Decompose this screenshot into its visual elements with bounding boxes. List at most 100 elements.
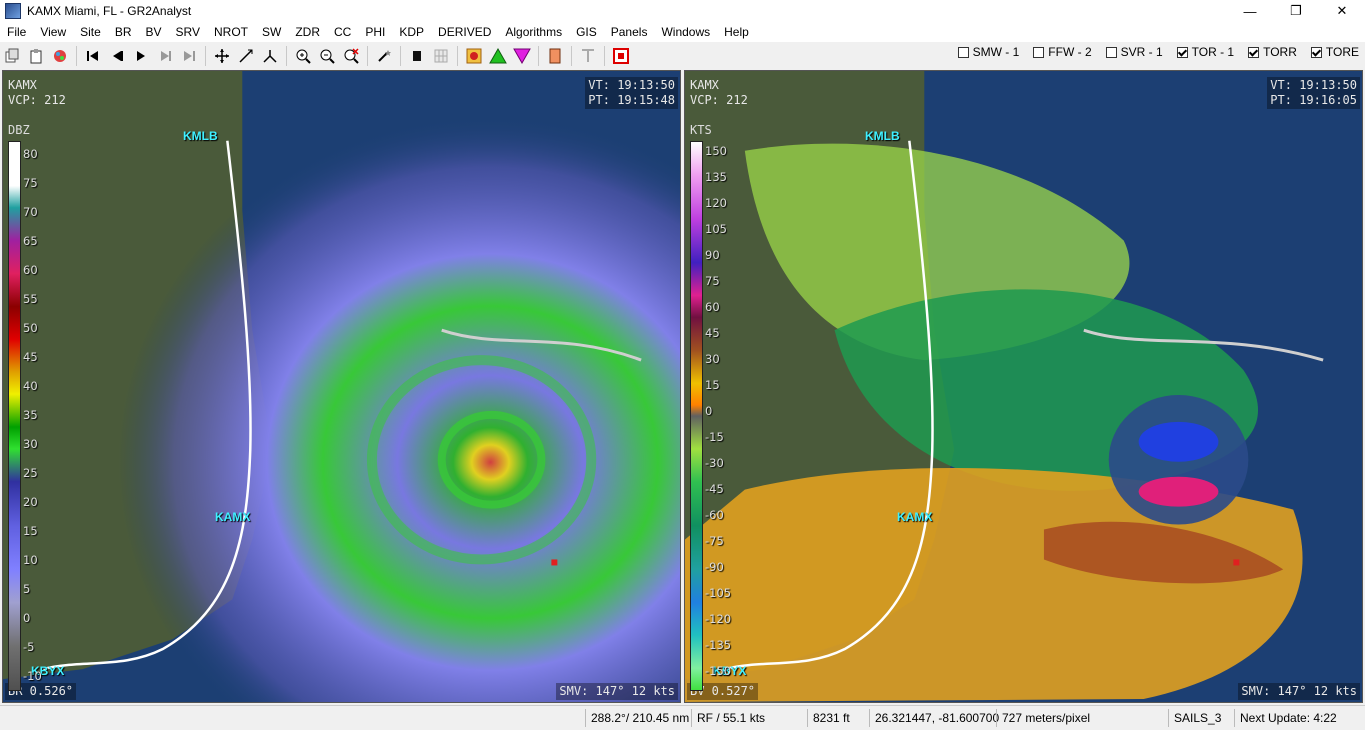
scale-tick: 75: [705, 274, 720, 288]
scale-tick: 105: [705, 222, 727, 236]
velocity-pane[interactable]: KAMX VCP: 212 VT: 19:13:50 PT: 19:16:05 …: [684, 70, 1363, 703]
measure-icon[interactable]: [235, 45, 257, 67]
filter-svr[interactable]: SVR - 1: [1105, 45, 1163, 59]
storm-track-icon[interactable]: [406, 45, 428, 67]
warning-filters: SMW - 1 FFW - 2 SVR - 1 TOR - 1 TORR TOR…: [944, 45, 1359, 59]
filter-smw-label: SMW - 1: [972, 45, 1020, 59]
scale-tick: 65: [23, 234, 38, 248]
checkbox-torr[interactable]: [1248, 46, 1260, 58]
volume-times: VT: 19:13:50 PT: 19:15:48: [585, 77, 678, 109]
grid-icon[interactable]: [430, 45, 452, 67]
site-label-kmlb[interactable]: KMLB: [865, 129, 900, 143]
menu-bv[interactable]: BV: [139, 22, 169, 42]
velocity-map[interactable]: [685, 71, 1362, 702]
site-info: KAMX VCP: 212: [690, 78, 748, 107]
scale-tick: -5: [23, 640, 35, 654]
zoom-reset-icon[interactable]: [340, 45, 362, 67]
menu-view[interactable]: View: [33, 22, 73, 42]
cross-section-icon[interactable]: [259, 45, 281, 67]
filter-torr[interactable]: TORR: [1248, 45, 1297, 59]
skip-last-icon[interactable]: [178, 45, 200, 67]
eyewall-inbound: [1138, 421, 1219, 462]
site-label-kamx[interactable]: KAMX: [215, 510, 250, 524]
reflectivity-pane[interactable]: KAMX VCP: 212 VT: 19:13:50 PT: 19:15:48 …: [2, 70, 681, 703]
menu-panels[interactable]: Panels: [604, 22, 655, 42]
zoom-out-icon[interactable]: [316, 45, 338, 67]
status-latlon: 26.321447, -81.600700: [869, 709, 999, 727]
minimize-button[interactable]: —: [1227, 0, 1273, 22]
toolbar-separator: [571, 46, 572, 66]
hurricane-icon[interactable]: [463, 45, 485, 67]
storm-motion-label: SMV: 147° 12 kts: [556, 683, 678, 700]
storm-marker: [1233, 559, 1240, 566]
menu-br[interactable]: BR: [108, 22, 139, 42]
checkbox-ffw[interactable]: [1033, 46, 1045, 58]
toolbar-separator: [286, 46, 287, 66]
menu-site[interactable]: Site: [73, 22, 108, 42]
filter-ffw[interactable]: FFW - 2: [1033, 45, 1092, 59]
step-forward-icon[interactable]: [154, 45, 176, 67]
toolbar-separator: [76, 46, 77, 66]
menu-windows[interactable]: Windows: [654, 22, 717, 42]
scale-tick: 15: [705, 378, 720, 392]
up-triangle-icon[interactable]: [487, 45, 509, 67]
scale-tick: 10: [23, 553, 38, 567]
reflectivity-echoes: [3, 71, 680, 702]
zoom-in-icon[interactable]: [292, 45, 314, 67]
menu-gis[interactable]: GIS: [569, 22, 604, 42]
palette-icon[interactable]: [49, 45, 71, 67]
wand-icon[interactable]: [373, 45, 395, 67]
close-button[interactable]: ✕: [1319, 0, 1365, 22]
filter-smw[interactable]: SMW - 1: [957, 45, 1020, 59]
menu-algorithms[interactable]: Algorithms: [498, 22, 569, 42]
menu-nrot[interactable]: NROT: [207, 22, 255, 42]
scale-tick: 60: [23, 263, 38, 277]
menu-zdr[interactable]: ZDR: [288, 22, 327, 42]
copy-icon[interactable]: [1, 45, 23, 67]
reflectivity-map[interactable]: [3, 71, 680, 702]
menu-help[interactable]: Help: [717, 22, 756, 42]
site-label-kmlb[interactable]: KMLB: [183, 129, 218, 143]
menu-file[interactable]: File: [0, 22, 33, 42]
scale-tick: 150: [705, 144, 727, 158]
scale-tick: 45: [23, 350, 38, 364]
scale-tick: 120: [705, 196, 727, 210]
scale-tick: 135: [705, 170, 727, 184]
toolbar-separator: [205, 46, 206, 66]
checkbox-tor[interactable]: [1176, 46, 1188, 58]
menu-sw[interactable]: SW: [255, 22, 288, 42]
toolbar: SMW - 1 FFW - 2 SVR - 1 TOR - 1 TORR TOR…: [0, 42, 1365, 70]
checkbox-svr[interactable]: [1105, 46, 1117, 58]
menu-derived[interactable]: DERIVED: [431, 22, 498, 42]
menu-srv[interactable]: SRV: [169, 22, 207, 42]
skip-first-icon[interactable]: [82, 45, 104, 67]
scale-tick: 60: [705, 300, 720, 314]
filter-tor-label: TOR - 1: [1191, 45, 1235, 59]
menu-cc[interactable]: CC: [327, 22, 358, 42]
paste-icon[interactable]: [25, 45, 47, 67]
checkbox-tore[interactable]: [1310, 46, 1322, 58]
scale-tick: 30: [23, 437, 38, 451]
move-icon[interactable]: [211, 45, 233, 67]
text-icon[interactable]: [577, 45, 599, 67]
menu-phi[interactable]: PHI: [358, 22, 392, 42]
color-table-icon[interactable]: [544, 45, 566, 67]
filter-tor[interactable]: TOR - 1: [1176, 45, 1235, 59]
menu-kdp[interactable]: KDP: [392, 22, 431, 42]
status-azimuth-range: 288.2°/ 210.45 nm: [585, 709, 691, 727]
maximize-button[interactable]: ❐: [1273, 0, 1319, 22]
stop-icon[interactable]: [610, 45, 632, 67]
scale-tick: 70: [23, 205, 38, 219]
scale-unit: DBZ: [8, 123, 30, 137]
down-triangle-icon[interactable]: [511, 45, 533, 67]
play-icon[interactable]: [130, 45, 152, 67]
scale-tick: -10: [23, 669, 42, 683]
toolbar-separator: [604, 46, 605, 66]
checkbox-smw[interactable]: [957, 46, 969, 58]
filter-tore[interactable]: TORE: [1310, 45, 1359, 59]
eyewall-outbound: [1138, 476, 1219, 507]
filter-torr-label: TORR: [1263, 45, 1297, 59]
step-back-icon[interactable]: [106, 45, 128, 67]
site-label-kamx[interactable]: KAMX: [897, 510, 932, 524]
status-sails: SAILS_3: [1168, 709, 1234, 727]
